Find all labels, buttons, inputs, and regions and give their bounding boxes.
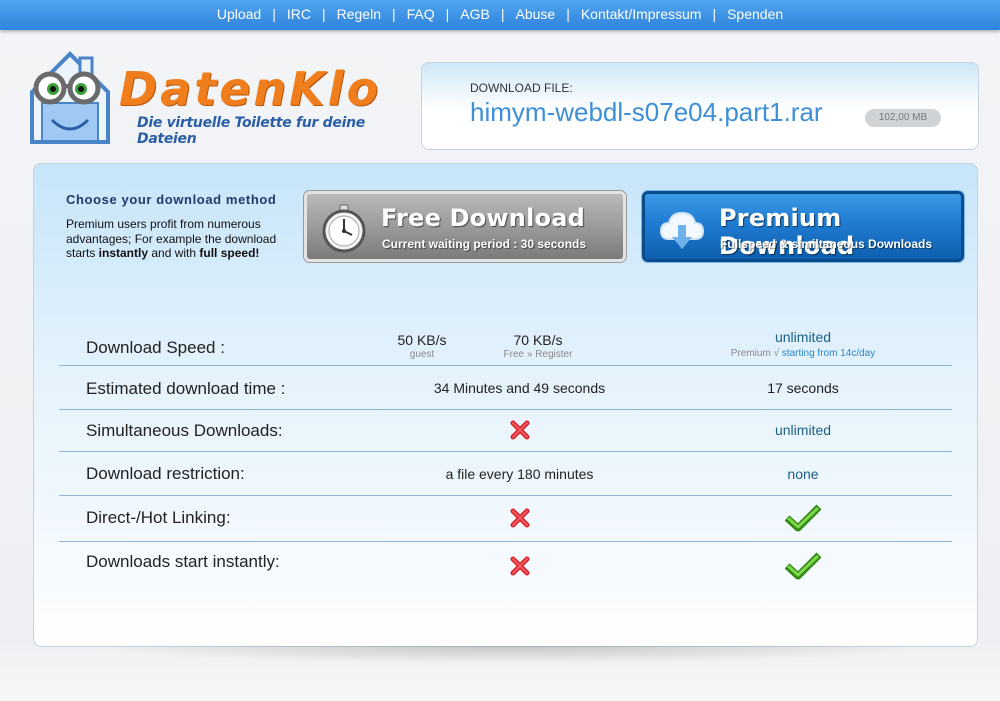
guest-speed: 50 KB/s guest [387, 332, 457, 360]
row-hot-linking: Direct-/Hot Linking: [59, 496, 952, 542]
label-hot-linking: Direct-/Hot Linking: [86, 508, 231, 527]
file-info-box: DOWNLOAD FILE: himym-webdl-s07e04.part1.… [421, 62, 979, 150]
label-download-time: Estimated download time : [86, 379, 286, 398]
red-x-icon [510, 556, 529, 576]
label-instant-start: Downloads start instantly: [86, 552, 280, 571]
nav-abuse[interactable]: Abuse [516, 6, 556, 22]
nav-faq[interactable]: FAQ [407, 6, 435, 22]
row-download-restriction: Download restriction: a file every 180 m… [59, 452, 952, 496]
premium-hot-linking [659, 504, 947, 535]
mascot-icon [30, 51, 110, 144]
premium-price-link[interactable]: starting from 14c/day [782, 348, 875, 359]
guest-speed-label: guest [409, 349, 435, 360]
nav-separator: | [391, 6, 396, 22]
free-simultaneous [382, 419, 657, 444]
free-restriction: a file every 180 minutes [445, 466, 594, 482]
nav-separator: | [500, 6, 505, 22]
premium-download-subtitle: Fullspeed & similtaneous Downloads [720, 237, 933, 251]
green-check-icon [785, 504, 821, 532]
free-download-subtitle: Current waiting period : 30 seconds [382, 237, 587, 251]
nav-agb[interactable]: AGB [460, 6, 490, 22]
cloud-download-icon [659, 211, 705, 249]
nav-separator: | [445, 6, 450, 22]
desc-bold-full-speed: full speed! [199, 246, 260, 260]
comparison-table: Download Speed : 50 KB/s guest 70 KB/s F… [59, 322, 952, 590]
nav-separator: | [712, 6, 717, 22]
premium-price-note: Premium √ starting from 14c/day [659, 348, 947, 359]
choose-method-title: Choose your download method [66, 192, 277, 207]
green-check-icon [785, 552, 821, 580]
choose-method-description: Premium users profit from numerous advan… [66, 217, 281, 261]
label-simultaneous-downloads: Simultaneous Downloads: [86, 421, 283, 440]
nav-regeln[interactable]: Regeln [337, 6, 381, 22]
premium-note-prefix: Premium √ [730, 348, 780, 359]
nav-upload[interactable]: Upload [217, 6, 261, 22]
free-download-title: Free Download [381, 204, 585, 232]
stopwatch-icon [322, 204, 366, 253]
free-download-button[interactable]: Free Download Current waiting period : 3… [304, 191, 626, 262]
row-instant-start: Downloads start instantly: [59, 542, 952, 590]
nav-spenden[interactable]: Spenden [727, 6, 783, 22]
site-logo[interactable]: DatenKlo Die virtuelle Toilette fur dein… [22, 48, 417, 148]
download-file-label: DOWNLOAD FILE: [470, 81, 573, 95]
nav-kontakt-impressum[interactable]: Kontakt/Impressum [581, 6, 702, 22]
red-x-icon [510, 508, 529, 528]
label-download-speed: Download Speed : [86, 338, 225, 357]
premium-download-button[interactable]: Premium Download Fullspeed & similtaneou… [642, 191, 964, 262]
premium-speed: unlimited Premium √ starting from 14c/da… [659, 329, 947, 359]
red-x-icon [510, 420, 529, 440]
row-download-time: Estimated download time : 34 Minutes and… [59, 366, 952, 410]
premium-download-title: Premium Download [719, 204, 855, 260]
panel-shadow [80, 646, 940, 664]
free-instant-start [382, 555, 657, 580]
guest-speed-value: 50 KB/s [397, 332, 447, 348]
row-simultaneous-downloads: Simultaneous Downloads: unlimited [59, 410, 952, 452]
free-download-time: 34 Minutes and 49 seconds [433, 380, 606, 396]
free-speed-label: Free » Register [503, 349, 573, 360]
nav-separator: | [272, 6, 276, 22]
premium-restriction: none [787, 466, 819, 482]
premium-instant-start [659, 552, 947, 583]
desc-bold-instantly: instantly [98, 246, 149, 260]
label-download-restriction: Download restriction: [86, 464, 245, 483]
premium-download-time: 17 seconds [767, 380, 839, 396]
free-hot-linking [382, 507, 657, 532]
logo-tagline: Die virtuelle Toilette fur deine Dateien [137, 115, 365, 147]
download-options-panel: Choose your download method Premium user… [33, 163, 978, 647]
desc-text-2: and with [148, 246, 200, 260]
file-name: himym-webdl-s07e04.part1.rar [470, 97, 823, 127]
nav-separator: | [321, 6, 326, 22]
top-navigation: Upload | IRC | Regeln | FAQ | AGB | Abuse | Kontakt/… [0, 0, 1000, 30]
row-download-speed: Download Speed : 50 KB/s guest 70 KB/s F… [59, 322, 952, 366]
nav-irc[interactable]: IRC [287, 6, 311, 22]
file-size-badge: 102,00 MB [865, 109, 941, 127]
premium-simultaneous: unlimited [774, 422, 832, 438]
free-speed: 70 KB/s Free » Register [483, 332, 593, 360]
nav-separator: | [566, 6, 570, 22]
free-speed-value: 70 KB/s [513, 332, 563, 348]
premium-speed-value: unlimited [774, 329, 832, 345]
logo-wordmark: DatenKlo [119, 62, 382, 116]
